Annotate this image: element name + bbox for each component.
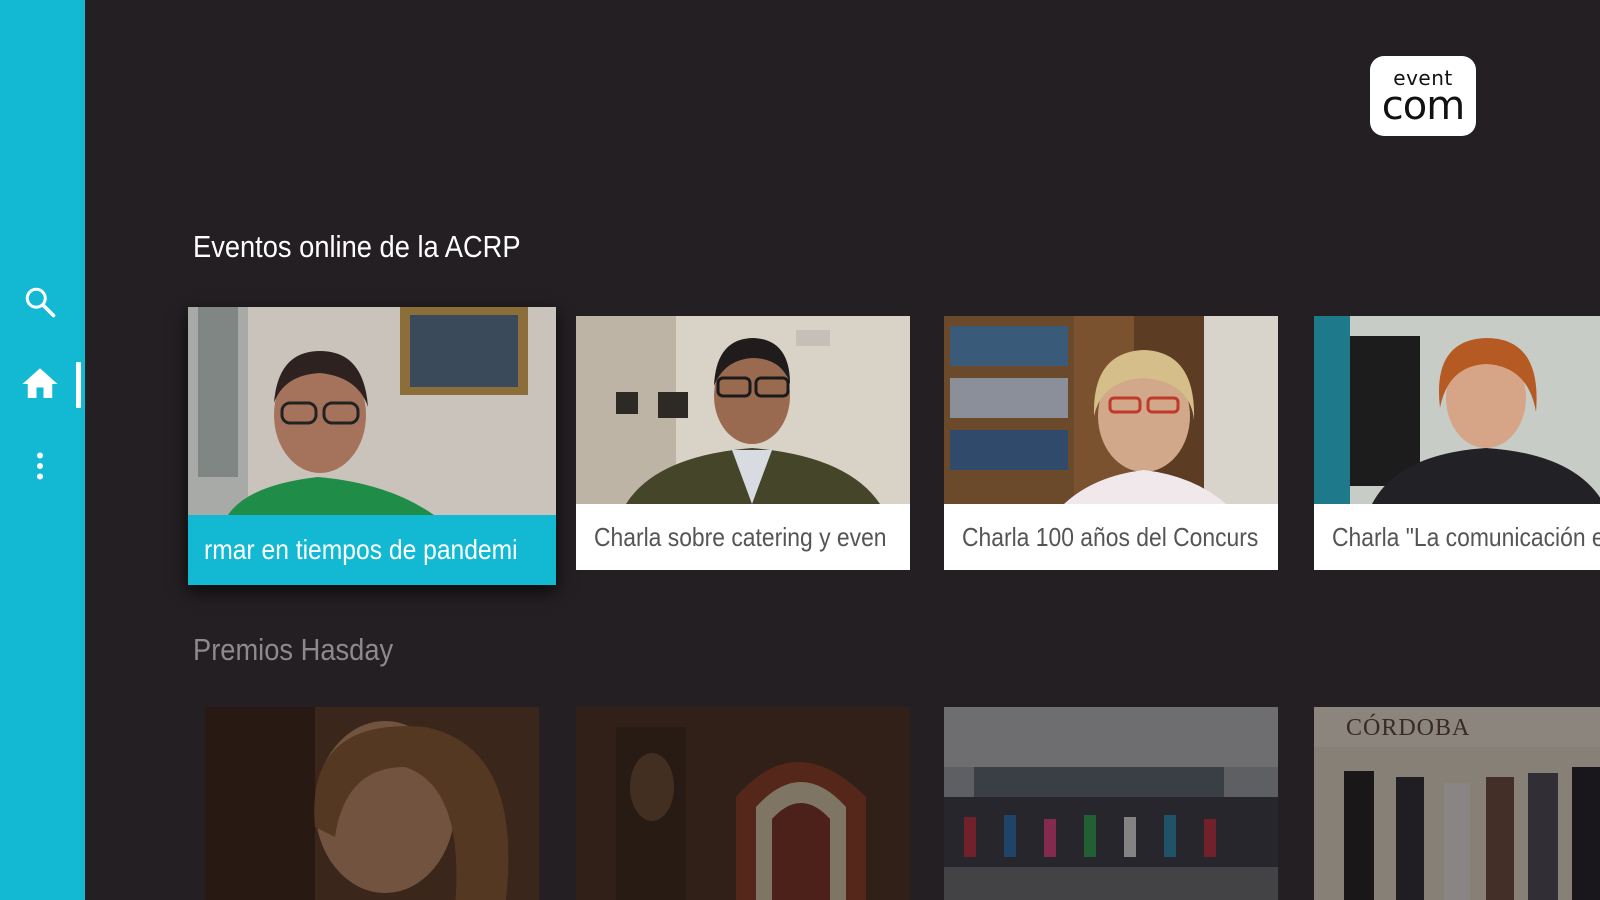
row-title-premios-hasday: Premios Hasday: [193, 632, 394, 667]
search-button[interactable]: [18, 280, 62, 324]
row-title-eventos-online: Eventos online de la ACRP: [193, 229, 521, 264]
event-thumbnail: [1314, 316, 1600, 504]
event-thumbnail: [188, 307, 556, 515]
event-card-caption: Charla "La comunicación e: [1314, 504, 1600, 570]
event-card-title: Charla 100 años del Concurs: [962, 521, 1259, 552]
event-card[interactable]: Charla sobre catering y even: [576, 316, 910, 570]
award-image-text: CÓRDOBA: [1346, 715, 1471, 741]
home-button[interactable]: [18, 362, 62, 406]
card-dim-overlay: [944, 707, 1278, 900]
event-card-caption: Charla 100 años del Concurs: [944, 504, 1278, 570]
more-options-button[interactable]: [18, 444, 62, 488]
search-icon: [25, 287, 56, 318]
logo-bottom-text: com: [1381, 83, 1465, 129]
event-thumbnail: [576, 316, 910, 504]
event-card[interactable]: Charla 100 años del Concurs: [944, 316, 1278, 570]
card-dim-overlay: [205, 707, 539, 900]
event-card[interactable]: Charla "La comunicación e: [1314, 316, 1600, 570]
nav-sidebar: [0, 0, 85, 900]
award-card[interactable]: CÓRDOBA: [1314, 707, 1600, 900]
event-card-caption: Charla sobre catering y even: [576, 504, 910, 570]
more-vert-icon: [37, 452, 43, 480]
event-card[interactable]: rmar en tiempos de pandemi: [188, 307, 556, 585]
card-dim-overlay: [576, 707, 910, 900]
award-card[interactable]: [944, 707, 1278, 900]
home-icon: [22, 368, 58, 398]
event-card-title: Charla sobre catering y even: [594, 521, 887, 552]
app-logo: event com: [1370, 56, 1476, 136]
award-card[interactable]: [205, 707, 539, 900]
selected-indicator: [76, 362, 81, 408]
event-card-title: Charla "La comunicación e: [1332, 521, 1600, 552]
award-card[interactable]: [576, 707, 910, 900]
event-card-caption: rmar en tiempos de pandemi: [188, 515, 556, 585]
event-thumbnail: [944, 316, 1278, 504]
event-card-title: rmar en tiempos de pandemi: [204, 534, 518, 565]
